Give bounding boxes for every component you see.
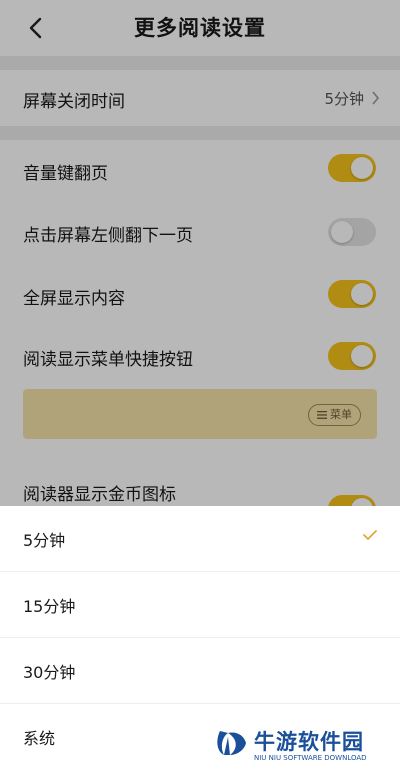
checkmark-icon: [363, 530, 377, 540]
option-label: 30分钟: [23, 663, 76, 682]
watermark: 牛游软件园 NIU NIU SOFTWARE DOWNLOAD: [214, 724, 394, 766]
option-15-min[interactable]: 15分钟: [0, 572, 400, 638]
watermark-title: 牛游软件园: [254, 730, 364, 754]
watermark-logo-icon: [217, 731, 246, 755]
watermark-subtitle: NIU NIU SOFTWARE DOWNLOAD: [254, 754, 367, 762]
option-30-min[interactable]: 30分钟: [0, 638, 400, 704]
option-label: 15分钟: [23, 597, 76, 616]
dim-overlay[interactable]: [0, 0, 400, 506]
option-5-min[interactable]: 5分钟: [0, 506, 400, 572]
option-label: 系统: [23, 729, 56, 748]
option-label: 5分钟: [23, 531, 66, 550]
